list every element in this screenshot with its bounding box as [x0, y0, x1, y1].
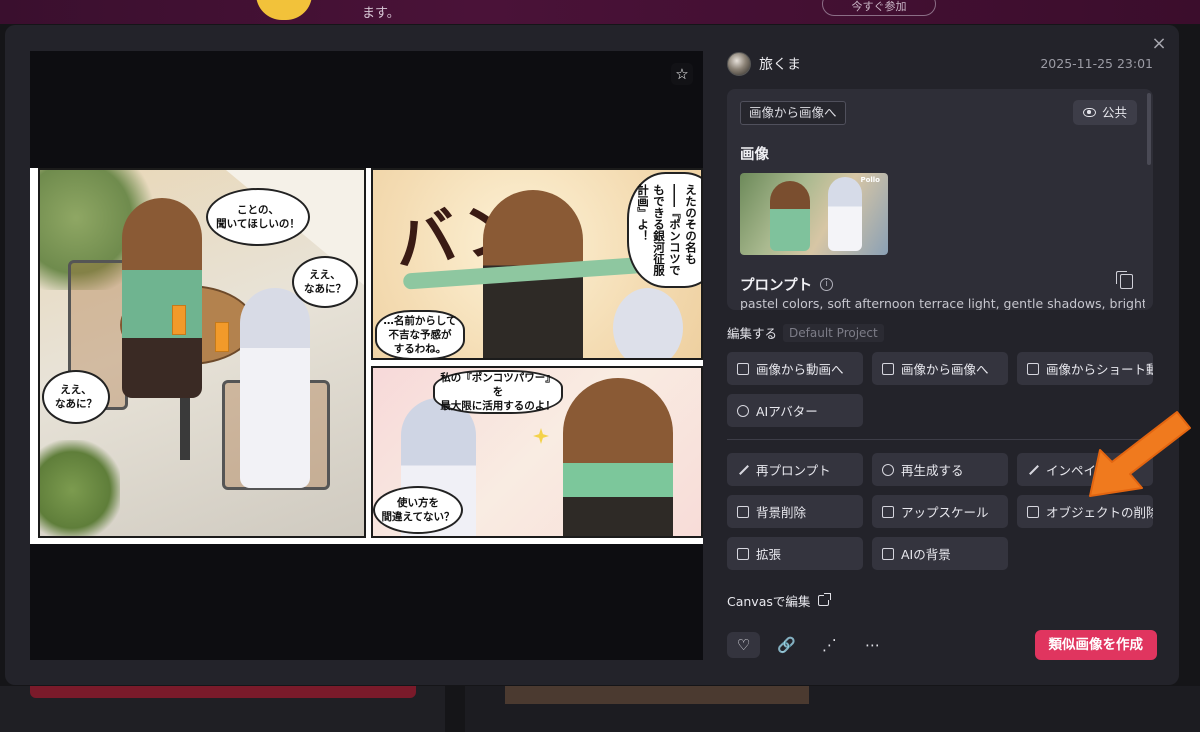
image-to-image-button[interactable]: 画像から画像へ: [872, 352, 1008, 385]
visibility-label: 公共: [1101, 105, 1127, 120]
image-section-label: 画像: [740, 147, 769, 163]
info-icon[interactable]: i: [820, 278, 834, 291]
heart-icon[interactable]: ♡: [727, 632, 760, 658]
wand-icon: [1027, 464, 1039, 476]
prompt-text: pastel colors, soft afternoon terrace li…: [740, 296, 1145, 310]
action-label: オブジェクトの削除: [1046, 505, 1153, 520]
canvas-link-label: Canvasで編集: [727, 594, 811, 609]
edit-label: 編集する: [727, 326, 778, 341]
canvas-edit-link[interactable]: Canvasで編集: [727, 591, 832, 610]
vertical-speech-bubble: 新しい計画を！考えたのその名も――『ポンコツでもできる銀河征服計画』よ！: [627, 172, 701, 288]
visibility-button[interactable]: 公共: [1072, 100, 1137, 125]
background-banner: ます。 今すぐ参加: [0, 0, 1200, 24]
thumb-girl-brown-shape: [770, 181, 810, 251]
ai-avatar-button[interactable]: AIアバター: [727, 394, 863, 427]
action-label: 再生成する: [901, 463, 964, 478]
speech-bubble: ことの、 聞いてほしいの！: [206, 188, 310, 246]
banner-text: ます。: [362, 6, 400, 21]
speech-bubble: …名前からして 不吉な予感が するわね。: [375, 310, 465, 358]
speech-bubble: 使い方を 間違えてない？: [373, 486, 463, 534]
action-label: AIアバター: [756, 404, 818, 419]
girl-proud-shape: [563, 378, 673, 536]
image-viewer: ☆ ことの、 聞いてほしいの！ ええ、 なあに？ ええ、 なあに？ えたのその名…: [30, 51, 703, 660]
girl-brown-shape: [122, 198, 202, 398]
image-image-icon: [882, 362, 894, 375]
create-similar-button[interactable]: 類似画像を作成: [1034, 630, 1157, 660]
prompt-label: プロンプト: [740, 278, 813, 294]
background-panel-mid: [465, 686, 1200, 732]
annotation-arrow: [1089, 411, 1191, 497]
author-info[interactable]: 旅くま: [727, 51, 801, 77]
speech-bubble: ええ、 なあに？: [42, 370, 110, 424]
star-icon[interactable]: ☆: [671, 63, 693, 85]
short-video-icon: [1027, 362, 1039, 375]
girl-silver-face-shape: [613, 288, 683, 358]
footer-actions: ♡ 🔗 ⋰ ⋯: [727, 632, 889, 658]
author-name[interactable]: 旅くま: [759, 54, 801, 74]
speech-bubble: ええ、 なあに？: [292, 256, 358, 308]
prompt-title: プロンプト i: [740, 274, 834, 295]
arrow-shape: [1089, 411, 1191, 497]
share-icon[interactable]: ⋰: [813, 632, 846, 658]
bg-remove-icon: [737, 505, 749, 518]
action-label: アップスケール: [901, 505, 989, 520]
generation-info-box: 画像から画像へ 公共 画像 Pollo プロンプト i pastel color…: [727, 89, 1153, 310]
bush-shape: [40, 440, 120, 536]
action-label: 背景削除: [756, 505, 807, 520]
background-thumbnail: [505, 686, 809, 704]
manga-panel-1: ことの、 聞いてほしいの！ ええ、 なあに？ ええ、 なあに？: [38, 168, 366, 538]
girl-silver-shape: [240, 288, 310, 488]
thumbnail-logo: Pollo: [860, 176, 880, 184]
action-label: 再プロンプト: [756, 463, 831, 478]
regenerate-button[interactable]: 再生成する: [872, 453, 1008, 486]
ai-bg-icon: [882, 547, 894, 560]
copy-icon[interactable]: [1116, 271, 1133, 289]
pen-icon: [737, 464, 749, 476]
image-to-short-video-button[interactable]: 画像からショート動画へ: [1017, 352, 1153, 385]
more-icon[interactable]: ⋯: [856, 632, 889, 658]
reference-image-thumbnail[interactable]: Pollo: [740, 173, 888, 255]
avatar-icon: [737, 404, 749, 417]
banner-join-button[interactable]: 今すぐ参加: [822, 0, 936, 16]
mode-chip: 画像から画像へ: [740, 101, 846, 125]
background-red-bar: [30, 686, 416, 698]
timestamp: 2025-11-25 23:01: [1040, 56, 1153, 71]
action-label: AIの背景: [901, 547, 951, 562]
avatar[interactable]: [727, 52, 751, 76]
ai-background-button[interactable]: AIの背景: [872, 537, 1008, 570]
glass-2-shape: [215, 322, 229, 352]
action-label: 画像からショート動画へ: [1046, 362, 1153, 377]
eraser-icon: [1027, 505, 1039, 518]
external-link-icon: [818, 593, 832, 606]
manga-panel-3: 私の『ポンコツパワー』を 最大限に活用するのよ！ 使い方を 間違えてない？: [371, 366, 703, 538]
glass-1-shape: [172, 305, 186, 335]
refresh-icon: [882, 463, 894, 476]
image-to-video-button[interactable]: 画像から動画へ: [727, 352, 863, 385]
edit-project-row: 編集する Default Project: [727, 323, 884, 342]
scrollbar[interactable]: [1147, 93, 1151, 165]
image-video-icon: [737, 362, 749, 375]
hd-icon: [882, 505, 894, 518]
link-icon[interactable]: 🔗: [770, 632, 803, 658]
detail-side-panel: 旅くま 2025-11-25 23:01 画像から画像へ 公共 画像 Pollo…: [727, 25, 1157, 685]
image-detail-modal: × ☆ ことの、 聞いてほしいの！ ええ、 なあに？ ええ、 なあに？ えたのそ…: [5, 25, 1179, 685]
action-label: 画像から画像へ: [901, 362, 989, 377]
mascot-image: [256, 0, 312, 20]
action-label: 画像から動画へ: [756, 362, 844, 377]
speech-bubble: 私の『ポンコツパワー』を 最大限に活用するのよ！: [433, 370, 563, 414]
background-panel-left: [0, 686, 445, 732]
project-name[interactable]: Default Project: [783, 323, 884, 342]
expand-button[interactable]: 拡張: [727, 537, 863, 570]
sparkle-shape: [533, 428, 549, 444]
manga-image: ことの、 聞いてほしいの！ ええ、 なあに？ ええ、 なあに？ バン！ 新しい計…: [30, 168, 703, 544]
manga-panel-2: バン！ 新しい計画を！考えたのその名も――『ポンコツでもできる銀河征服計画』よ！…: [371, 168, 703, 360]
expand-icon: [737, 547, 749, 560]
reprompt-button[interactable]: 再プロンプト: [727, 453, 863, 486]
eye-icon: [1082, 108, 1096, 117]
thumb-girl-silver-shape: [828, 177, 862, 251]
background-remove-button[interactable]: 背景削除: [727, 495, 863, 528]
action-label: 拡張: [756, 547, 782, 562]
upscale-button[interactable]: アップスケール: [872, 495, 1008, 528]
